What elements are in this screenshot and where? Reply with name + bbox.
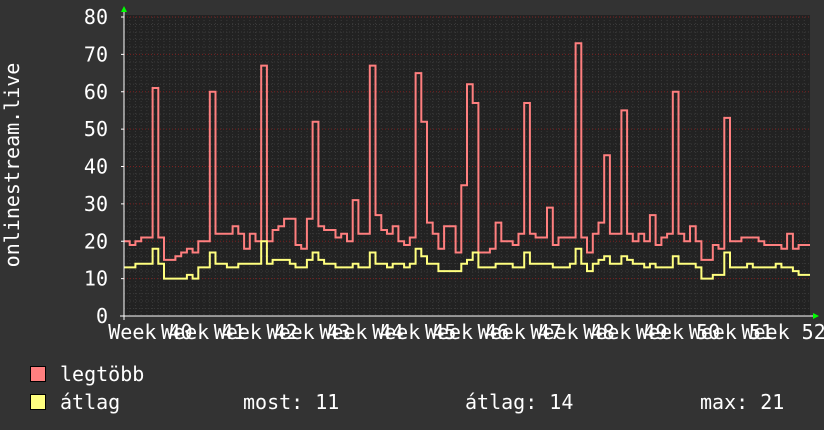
y-tick-label: 0 <box>96 304 108 328</box>
y-tick-label: 30 <box>84 192 108 216</box>
legend-item-avg: átlag <box>30 390 120 414</box>
y-tick-label: 40 <box>84 155 108 179</box>
legend-swatch-avg <box>30 394 46 410</box>
y-tick-label: 20 <box>84 229 108 253</box>
y-tick-label: 10 <box>84 267 108 291</box>
stat-current: most: 11 <box>243 390 340 414</box>
y-tick-label: 70 <box>84 42 108 66</box>
legend-item-max: legtöbb <box>30 362 144 386</box>
y-tick-label: 80 <box>84 5 108 29</box>
y-tick-label: 50 <box>84 117 108 141</box>
x-axis-arrow <box>813 313 819 319</box>
x-tick-labels: Week 40Week 41Week 42Week 43Week 44Week … <box>108 320 824 344</box>
y-tick-labels: 0 10 20 30 40 50 60 70 80 <box>84 5 108 328</box>
y-axis-arrow <box>121 6 127 12</box>
stat-maximum: max: 21 <box>700 390 785 414</box>
legend-label-avg: átlag <box>60 390 121 414</box>
stat-average: átlag: 14 <box>465 390 574 414</box>
x-tick-label: Week 52 <box>741 320 824 344</box>
y-tick-label: 60 <box>84 80 108 104</box>
legend-label-max: legtöbb <box>60 362 145 386</box>
y-axis-label: onlinestream.live <box>0 63 24 268</box>
legend-swatch-max <box>30 366 46 382</box>
